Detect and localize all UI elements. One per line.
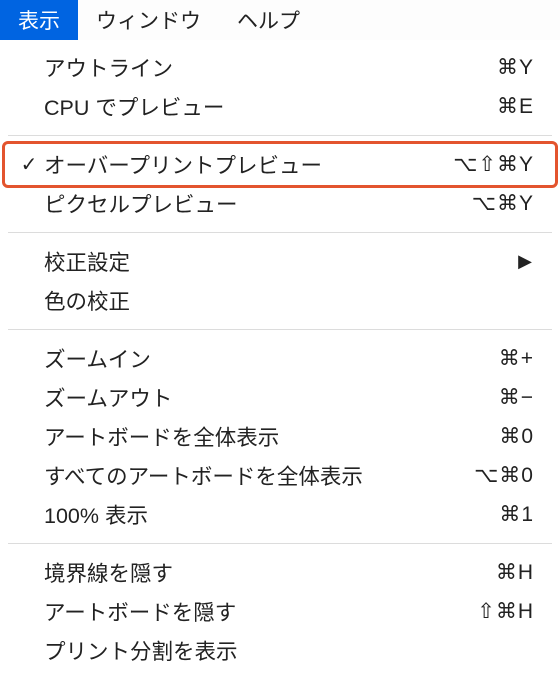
menu-item-outline[interactable]: アウトライン ⌘Y (8, 48, 552, 87)
menu-item-zoom-out[interactable]: ズームアウト ⌘− (8, 378, 552, 417)
menu-item-shortcut: ⌘− (454, 385, 534, 410)
menu-item-hide-artboards[interactable]: アートボードを隠す ⇧⌘H (8, 592, 552, 631)
menu-item-fit-all-artboards[interactable]: すべてのアートボードを全体表示 ⌥⌘0 (8, 456, 552, 495)
menubar-item-label: ヘルプ (237, 5, 300, 35)
menu-item-proof-setup[interactable]: 校正設定 ▶ (8, 242, 552, 281)
menu-separator (8, 329, 552, 330)
menu-item-shortcut: ⇧⌘H (454, 599, 534, 624)
menubar-item-help[interactable]: ヘルプ (219, 0, 318, 40)
menu-item-pixel-preview[interactable]: ピクセルプレビュー ⌥⌘Y (8, 184, 552, 223)
menubar-item-label: ウィンドウ (96, 5, 201, 35)
menu-item-label: ピクセルプレビュー (44, 188, 454, 219)
view-menu-dropdown: アウトライン ⌘Y CPU でプレビュー ⌘E ✓ オーバープリントプレビュー … (8, 40, 552, 688)
menu-item-actual-size[interactable]: 100% 表示 ⌘1 (8, 495, 552, 534)
menu-item-overprint-preview[interactable]: ✓ オーバープリントプレビュー ⌥⇧⌘Y (8, 145, 552, 184)
menu-item-shortcut: ⌘+ (454, 346, 534, 371)
submenu-chevron-icon: ▶ (518, 251, 532, 272)
menu-item-shortcut: ⌘0 (454, 424, 534, 449)
menu-item-show-print-tiling[interactable]: プリント分割を表示 (8, 631, 552, 670)
menu-item-fit-artboard[interactable]: アートボードを全体表示 ⌘0 (8, 417, 552, 456)
menu-item-hide-edges[interactable]: 境界線を隠す ⌘H (8, 553, 552, 592)
menu-separator (8, 232, 552, 233)
menu-item-label: CPU でプレビュー (44, 91, 454, 122)
menu-item-label: オーバープリントプレビュー (44, 149, 453, 180)
menu-item-cpu-preview[interactable]: CPU でプレビュー ⌘E (8, 87, 552, 126)
menu-item-label: 校正設定 (44, 246, 534, 277)
menu-item-label: ズームイン (44, 343, 454, 374)
menu-item-label: 100% 表示 (44, 499, 454, 530)
menu-item-label: ズームアウト (44, 382, 454, 413)
menu-item-label: 境界線を隠す (44, 557, 454, 588)
menu-item-label: 色の校正 (44, 285, 534, 316)
menu-item-shortcut: ⌥⌘Y (454, 191, 534, 216)
menu-item-shortcut: ⌥⇧⌘Y (453, 152, 534, 177)
menu-item-zoom-in[interactable]: ズームイン ⌘+ (8, 339, 552, 378)
menu-item-label: アウトライン (44, 52, 454, 83)
menu-item-label: アートボードを全体表示 (44, 421, 454, 452)
menu-item-label: アートボードを隠す (44, 596, 454, 627)
menu-item-label: プリント分割を表示 (44, 635, 534, 666)
window-root: 表示 ウィンドウ ヘルプ アウトライン ⌘Y CPU でプレビュー ⌘E ✓ オ… (0, 0, 560, 688)
menubar-item-view[interactable]: 表示 (0, 0, 78, 40)
menu-item-label: すべてのアートボードを全体表示 (44, 460, 454, 491)
menu-separator (8, 543, 552, 544)
menu-item-shortcut: ⌥⌘0 (454, 463, 534, 488)
menu-item-shortcut: ⌘H (454, 560, 534, 585)
menubar-item-window[interactable]: ウィンドウ (78, 0, 219, 40)
menu-separator (8, 135, 552, 136)
menubar-item-label: 表示 (18, 5, 60, 35)
menubar: 表示 ウィンドウ ヘルプ (0, 0, 560, 40)
checkmark-icon: ✓ (18, 152, 40, 177)
menu-item-shortcut: ⌘1 (454, 502, 534, 527)
menu-item-shortcut: ⌘Y (454, 55, 534, 80)
menu-item-shortcut: ⌘E (454, 94, 534, 119)
menu-item-proof-colors[interactable]: 色の校正 (8, 281, 552, 320)
